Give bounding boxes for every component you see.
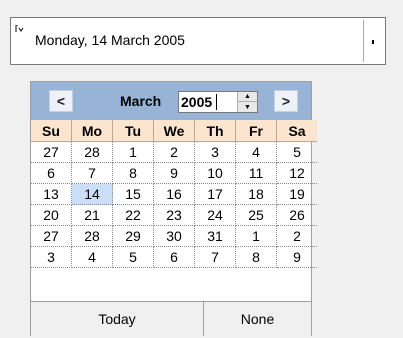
calendar-day-cell[interactable]: 15 [112,183,154,205]
calendar-day-cell[interactable]: 30 [153,225,195,247]
calendar-day-cell[interactable]: 27 [31,225,72,247]
day-header: Th [194,120,236,142]
year-spinner[interactable]: ▲ ▼ [237,92,257,112]
day-header: Su [31,120,72,142]
calendar-day-cell[interactable]: 2 [153,141,195,163]
spin-down-icon[interactable]: ▼ [238,102,257,112]
calendar-day-cell[interactable]: 18 [235,183,277,205]
calendar-day-cell[interactable]: 21 [71,204,113,226]
calendar-day-cell[interactable]: 1 [112,141,154,163]
calendar-day-cell[interactable]: 2 [276,225,317,247]
calendar-header: < March 2005 ▲ ▼ > [31,82,311,120]
calendar-day-cell[interactable]: 1 [235,225,277,247]
dropdown-button[interactable] [363,20,383,62]
month-label[interactable]: March [120,93,161,109]
day-header: Mo [71,120,113,142]
previous-month-button[interactable]: < [49,90,73,112]
year-value: 2005 [181,94,213,110]
calendar-day-cell[interactable]: 25 [235,204,277,226]
day-header: We [153,120,195,142]
calendar-day-cell[interactable]: 7 [71,162,113,184]
calendar-dropdown: < March 2005 ▲ ▼ > Su Mo Tu We Th Fr Sa … [30,81,317,336]
calendar-day-cell[interactable]: 20 [31,204,72,226]
calendar-day-cell[interactable]: 12 [276,162,317,184]
calendar-day-cell[interactable]: 6 [31,162,72,184]
calendar-day-cell[interactable]: 17 [194,183,236,205]
calendar-week-row: 13 14 15 16 17 18 19 [31,183,317,205]
calendar-week-row: 27 28 1 2 3 4 5 [31,141,317,163]
none-button[interactable]: None [204,302,311,336]
calendar-week-row: 6 7 8 9 10 11 12 [31,162,317,184]
calendar-day-cell[interactable]: 24 [194,204,236,226]
calendar-day-cell[interactable]: 28 [71,225,113,247]
calendar-day-cell[interactable]: 4 [235,141,277,163]
calendar-day-cell[interactable]: 9 [153,162,195,184]
calendar-day-cell[interactable]: 16 [153,183,195,205]
text-caret [216,94,217,110]
day-header: Tu [112,120,154,142]
calendar-day-cell[interactable]: 14 [71,183,113,205]
calendar-day-cell[interactable]: 29 [112,225,154,247]
today-button[interactable]: Today [31,302,204,336]
day-header: Fr [235,120,277,142]
calendar-grid: Su Mo Tu We Th Fr Sa 27 28 1 2 3 4 5 6 7 8 9 10 11 12… [31,120,317,268]
calendar-day-cell[interactable]: 22 [112,204,154,226]
calendar-day-cell[interactable]: 3 [194,141,236,163]
calendar-day-cell[interactable]: 31 [194,225,236,247]
day-header-row: Su Mo Tu We Th Fr Sa [31,120,317,142]
calendar-day-cell[interactable]: 8 [235,246,277,268]
calendar-footer: Today None [31,301,311,336]
calendar-week-row: 27 28 29 30 31 1 2 [31,225,317,247]
calendar-day-cell[interactable]: 28 [71,141,113,163]
calendar-day-cell[interactable]: 23 [153,204,195,226]
date-picker-combo[interactable]: Monday, 14 March 2005 [10,17,386,65]
day-header: Sa [276,120,317,142]
calendar-day-cell[interactable]: 5 [276,141,317,163]
calendar-day-cell[interactable]: 27 [31,141,72,163]
checkbox-flag-icon [15,25,24,32]
next-month-button[interactable]: > [274,90,298,112]
calendar-day-cell[interactable]: 3 [31,246,72,268]
calendar-day-cell[interactable]: 5 [112,246,154,268]
calendar-day-cell[interactable]: 26 [276,204,317,226]
calendar-day-cell[interactable]: 7 [194,246,236,268]
calendar-week-row: 20 21 22 23 24 25 26 [31,204,317,226]
calendar-day-cell[interactable]: 13 [31,183,72,205]
calendar-day-cell[interactable]: 10 [194,162,236,184]
date-picker-value[interactable]: Monday, 14 March 2005 [35,32,185,48]
calendar-day-cell[interactable]: 11 [235,162,277,184]
calendar-day-cell[interactable]: 6 [153,246,195,268]
spin-up-icon[interactable]: ▲ [238,92,257,102]
calendar-day-cell[interactable]: 19 [276,183,317,205]
calendar-day-cell[interactable]: 4 [71,246,113,268]
calendar-day-cell[interactable]: 8 [112,162,154,184]
chevron-down-icon [372,40,374,44]
calendar-day-cell[interactable]: 9 [276,246,317,268]
year-spin-input[interactable]: 2005 ▲ ▼ [178,91,258,113]
calendar-week-row: 3456789 [31,246,317,268]
